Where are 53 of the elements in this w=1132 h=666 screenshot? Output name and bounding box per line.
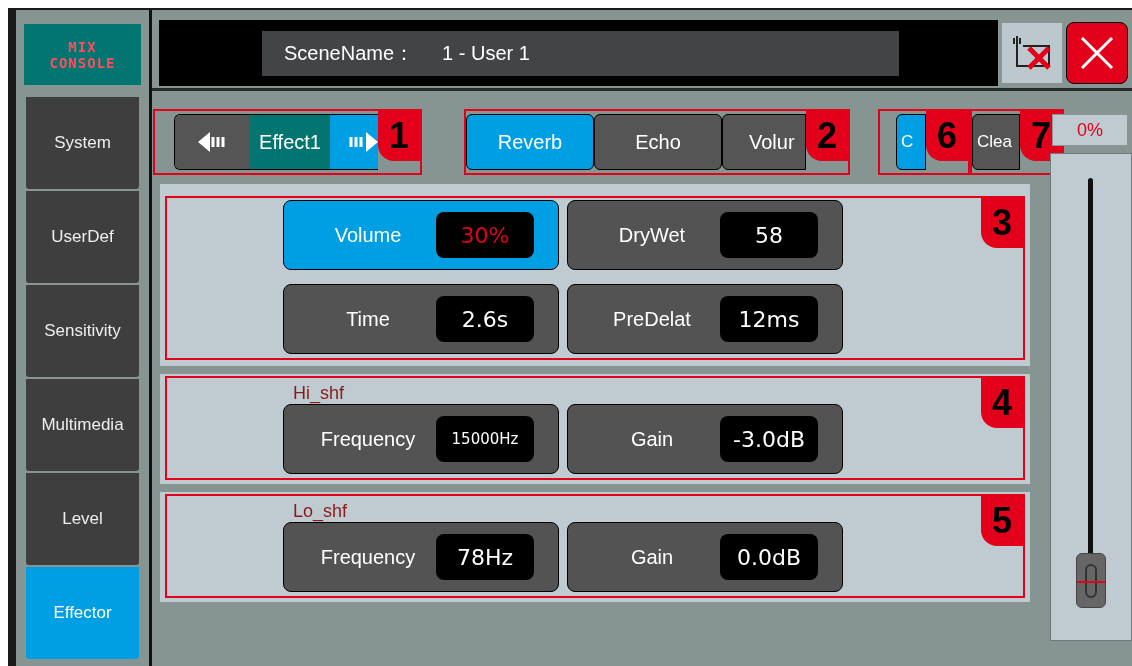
- parameter-value: 30%: [436, 212, 534, 258]
- effect-tab[interactable]: Volur: [722, 113, 806, 170]
- parameter-control[interactable]: Gain -3.0dB: [567, 404, 843, 474]
- next-effect-button[interactable]: [330, 114, 378, 169]
- parameter-control[interactable]: Time 2.6s: [283, 284, 559, 354]
- sidebar-tab[interactable]: Sensitivity: [26, 285, 140, 377]
- scene-name-label: SceneName：: [284, 41, 415, 66]
- parameter-label: Gain: [629, 427, 675, 452]
- logo: MIX CONSOLE: [24, 24, 142, 85]
- parameter-control[interactable]: Frequency 15000Hz: [283, 404, 559, 474]
- callout-badge: 5: [981, 496, 1023, 546]
- effect-name: Effect1: [250, 114, 330, 169]
- callout-badge: 6: [926, 110, 968, 161]
- parameter-control[interactable]: PreDelat 12ms: [567, 284, 843, 354]
- close-icon: [1080, 36, 1114, 70]
- sidebar-tab[interactable]: Level: [26, 473, 140, 565]
- parameter-value: 58: [720, 212, 818, 258]
- parameter-value: 15000Hz: [436, 416, 534, 462]
- section-title: Hi_shf: [293, 382, 345, 404]
- sidebar-tab[interactable]: Multimedia: [26, 379, 140, 471]
- fader-reading: 0%: [1052, 114, 1128, 146]
- parameter-value: -3.0dB: [720, 416, 818, 462]
- previous-effect-button[interactable]: [175, 114, 250, 169]
- sidebar-tab[interactable]: System: [26, 97, 140, 189]
- parameter-control[interactable]: DryWet 58: [567, 200, 843, 270]
- close-button[interactable]: [1066, 22, 1128, 84]
- parameter-control[interactable]: Volume 30%: [283, 200, 559, 270]
- parameter-label: Frequency: [319, 427, 417, 452]
- sidebar-tab[interactable]: UserDef: [26, 191, 140, 283]
- left-arrow-icon: [197, 131, 228, 152]
- disconnect-button[interactable]: [1002, 23, 1062, 83]
- right-arrow-icon: [348, 131, 378, 152]
- fader-thumb[interactable]: [1076, 553, 1106, 608]
- parameter-label: Volume: [333, 223, 403, 248]
- effect-tab[interactable]: Echo: [594, 113, 722, 170]
- parameter-label: DryWet: [617, 223, 687, 248]
- callout-badge: 2: [806, 110, 848, 161]
- action-button[interactable]: Clea: [972, 113, 1020, 170]
- parameter-control[interactable]: Gain 0.0dB: [567, 522, 843, 592]
- parameter-control[interactable]: Frequency 78Hz: [283, 522, 559, 592]
- callout-badge: 1: [378, 110, 420, 161]
- callout-badge: 3: [981, 198, 1023, 248]
- scene-name-value: 1 - User 1: [442, 41, 530, 66]
- parameter-value: 0.0dB: [720, 534, 818, 580]
- parameter-value: 78Hz: [436, 534, 534, 580]
- parameter-label: Gain: [629, 545, 675, 570]
- parameter-label: Frequency: [319, 545, 417, 570]
- callout-badge: 4: [981, 378, 1023, 428]
- section-title: Lo_shf: [293, 500, 348, 522]
- parameter-value: 12ms: [720, 296, 818, 342]
- parameter-label: PreDelat: [612, 307, 692, 332]
- parameter-value: 2.6s: [436, 296, 534, 342]
- parameter-label: Time: [345, 307, 391, 332]
